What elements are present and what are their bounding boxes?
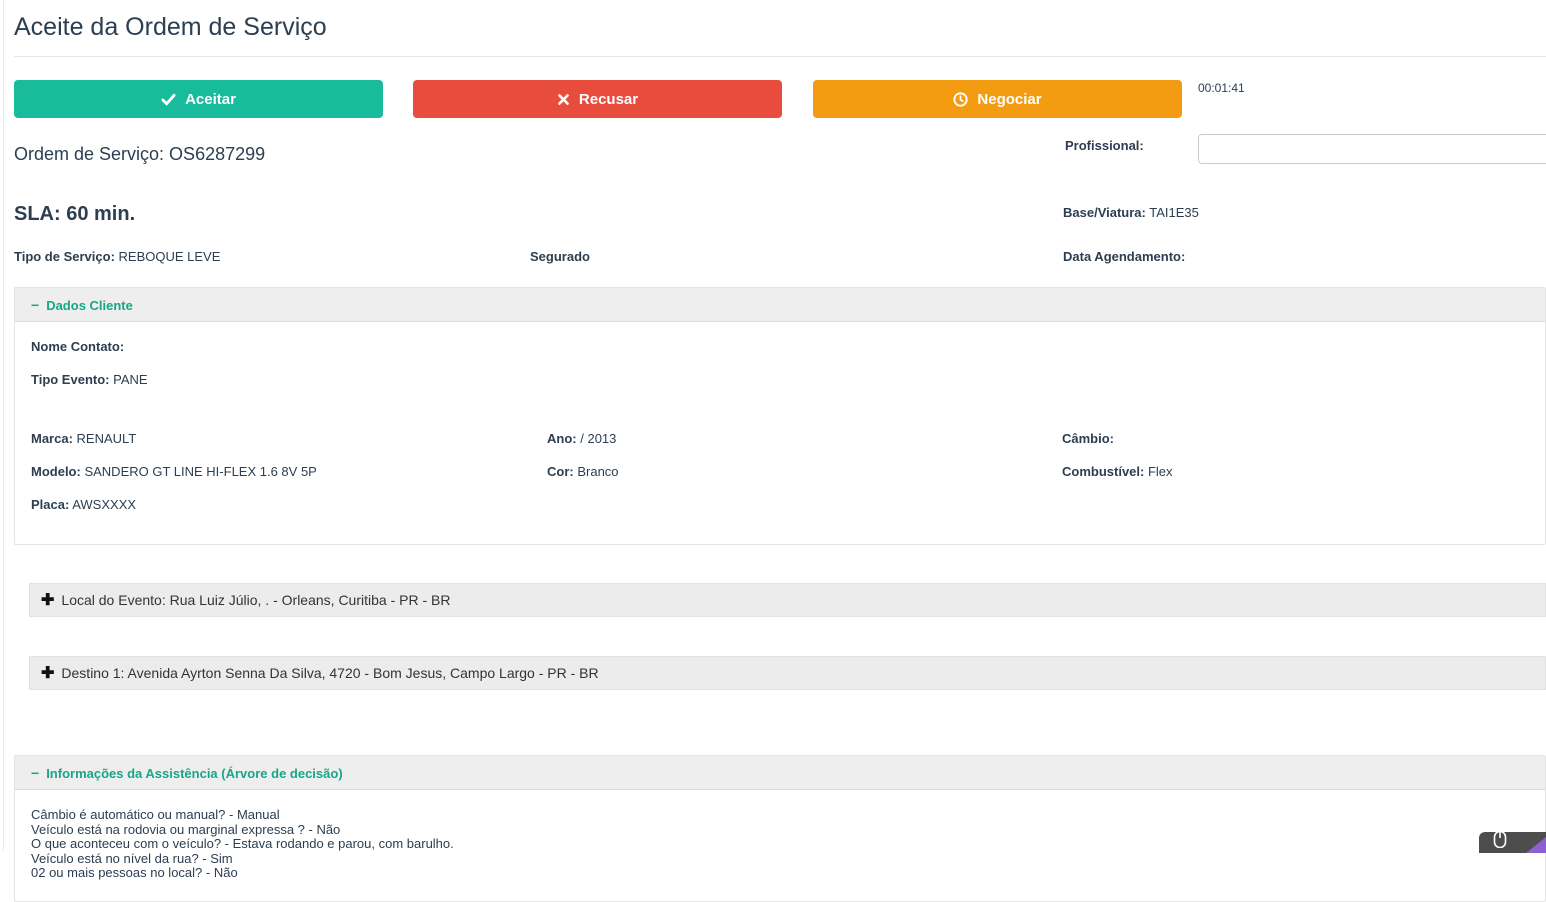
vehicle-cor: Cor: Branco bbox=[547, 464, 1062, 479]
expand-plus-icon: ✚ bbox=[41, 665, 55, 682]
decision-tree-line: Veículo está na rodovia ou marginal expr… bbox=[31, 821, 341, 837]
data-agendamento: Data Agendamento: bbox=[1063, 249, 1546, 264]
decision-tree-line: 02 ou mais pessoas no local? - Não bbox=[31, 865, 238, 880]
local-evento-text: Local do Evento: Rua Luiz Júlio, . - Orl… bbox=[61, 592, 451, 608]
nome-contato-label: Nome Contato: bbox=[31, 339, 125, 354]
tipo-servico-value: REBOQUE LEVE bbox=[118, 249, 221, 264]
ano-value: / 2013 bbox=[580, 431, 617, 446]
destino1-bar[interactable]: ✚ Destino 1: Avenida Ayrton Senna Da Sil… bbox=[29, 656, 1546, 690]
combustivel-value: Flex bbox=[1147, 464, 1173, 479]
assistance-panel-body: Câmbio é automático ou manual? - Manual … bbox=[15, 790, 1545, 901]
mouse-icon bbox=[1492, 832, 1508, 853]
vehicle-ano: Ano: / 2013 bbox=[547, 431, 1062, 446]
check-icon bbox=[161, 92, 176, 107]
base-viatura-label: Base/Viatura: bbox=[1063, 205, 1146, 220]
local-evento-bar[interactable]: ✚ Local do Evento: Rua Luiz Júlio, . - O… bbox=[29, 583, 1546, 617]
modelo-label: Modelo: bbox=[31, 464, 81, 479]
ano-label: Ano: bbox=[547, 431, 577, 446]
decision-tree-line: Câmbio é automático ou manual? - Manual bbox=[31, 807, 280, 822]
client-data-panel-body: Nome Contato: Tipo Evento: PANE Marca: R… bbox=[15, 322, 1545, 544]
data-agendamento-label: Data Agendamento: bbox=[1063, 249, 1186, 264]
combustivel-label: Combustível: bbox=[1062, 464, 1145, 479]
client-data-panel: − Dados Cliente Nome Contato: Tipo Evento… bbox=[14, 287, 1546, 545]
assistance-panel-header[interactable]: − Informações da Assistência (Árvore de d… bbox=[15, 756, 1545, 790]
marca-label: Marca: bbox=[31, 431, 73, 446]
nome-contato: Nome Contato: bbox=[31, 339, 1529, 354]
cor-value: Branco bbox=[577, 464, 619, 479]
cor-label: Cor: bbox=[547, 464, 574, 479]
vehicle-cambio: Câmbio: bbox=[1062, 431, 1529, 446]
action-buttons-row: Aceitar Recusar Negociar 00:01:41 bbox=[14, 80, 1546, 118]
refuse-button-label: Recusar bbox=[578, 90, 639, 108]
placa-label: Placa: bbox=[31, 497, 70, 512]
accept-button-label: Aceitar bbox=[185, 90, 236, 108]
order-accept-page: Aceite da Ordem de Serviço Aceitar Recus… bbox=[0, 0, 1546, 902]
collapse-minus-icon: − bbox=[31, 297, 40, 313]
client-data-panel-title: Dados Cliente bbox=[46, 298, 133, 313]
vehicle-placa: Placa: AWSXXXX bbox=[31, 497, 547, 512]
tipo-evento: Tipo Evento: PANE bbox=[31, 372, 1529, 387]
destino1-text: Destino 1: Avenida Ayrton Senna Da Silva… bbox=[61, 665, 599, 681]
x-icon bbox=[557, 93, 570, 106]
tipo-servico: Tipo de Serviço: REBOQUE LEVE bbox=[14, 249, 530, 264]
countdown-timer: 00:01:41 bbox=[1198, 81, 1245, 95]
order-number: Ordem de Serviço: OS6287299 bbox=[14, 144, 266, 164]
vehicle-info-grid: Marca: RENAULT Ano: / 2013 Câmbio: Model… bbox=[31, 431, 1529, 512]
base-viatura: Base/Viatura: TAI1E35 bbox=[1063, 205, 1199, 220]
professional-label: Profissional: bbox=[1065, 138, 1144, 153]
cambio-label: Câmbio: bbox=[1062, 431, 1114, 446]
marca-value: RENAULT bbox=[76, 431, 137, 446]
segurado: Segurado bbox=[530, 249, 1063, 264]
assistance-info-panel: − Informações da Assistência (Árvore de d… bbox=[14, 755, 1546, 902]
client-data-panel-header[interactable]: − Dados Cliente bbox=[15, 288, 1545, 322]
vehicle-modelo: Modelo: SANDERO GT LINE HI-FLEX 1.6 8V 5… bbox=[31, 464, 547, 479]
vehicle-combustivel: Combustível: Flex bbox=[1062, 464, 1529, 479]
tipo-evento-value: PANE bbox=[113, 372, 148, 387]
sla-value: SLA: 60 min. bbox=[14, 203, 136, 225]
service-meta-row: Tipo de Serviço: REBOQUE LEVE Segurado D… bbox=[14, 249, 1546, 264]
negotiate-button[interactable]: Negociar bbox=[813, 80, 1182, 118]
decision-tree-line: Veículo está no nível da rua? - Sim bbox=[31, 850, 233, 866]
placa-value: AWSXXXX bbox=[72, 497, 137, 512]
sla-row: SLA: 60 min. Base/Viatura: TAI1E35 bbox=[14, 203, 1546, 229]
title-divider bbox=[14, 56, 1546, 57]
tipo-servico-label: Tipo de Serviço: bbox=[14, 249, 115, 264]
order-number-row: Ordem de Serviço: OS6287299 Profissional… bbox=[14, 134, 1546, 166]
expand-plus-icon: ✚ bbox=[41, 592, 55, 609]
modelo-value: SANDERO GT LINE HI-FLEX 1.6 8V 5P bbox=[84, 464, 317, 479]
tipo-evento-label: Tipo Evento: bbox=[31, 372, 110, 387]
segurado-label: Segurado bbox=[530, 249, 590, 264]
decision-tree-line: O que aconteceu com o veículo? - Estava … bbox=[31, 836, 454, 851]
screen-overlay-widget[interactable] bbox=[1479, 832, 1546, 853]
professional-input[interactable] bbox=[1198, 134, 1546, 164]
collapse-minus-icon: − bbox=[31, 765, 40, 781]
assistance-panel-title: Informações da Assistência (Árvore de de… bbox=[46, 766, 343, 781]
clock-icon bbox=[953, 91, 969, 107]
refuse-button[interactable]: Recusar bbox=[413, 80, 782, 118]
base-viatura-value: TAI1E35 bbox=[1149, 205, 1199, 220]
accept-button[interactable]: Aceitar bbox=[14, 80, 383, 118]
negotiate-button-label: Negociar bbox=[977, 90, 1042, 108]
page-title: Aceite da Ordem de Serviço bbox=[14, 13, 327, 41]
purple-arrow-icon bbox=[1526, 837, 1546, 853]
vehicle-marca: Marca: RENAULT bbox=[31, 431, 547, 446]
